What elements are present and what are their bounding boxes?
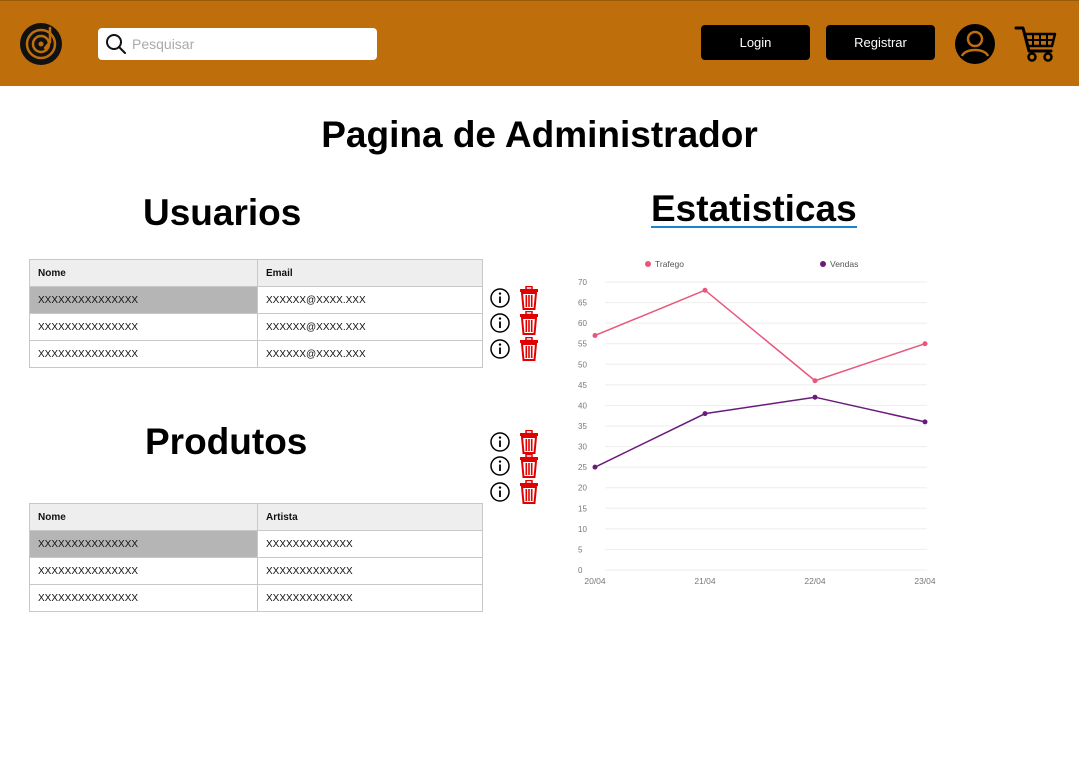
- data-point: [812, 378, 818, 384]
- search-bar: [98, 28, 377, 60]
- page-title: Pagina de Administrador: [321, 114, 758, 155]
- row-actions: [490, 286, 542, 310]
- y-tick-label: 60: [578, 319, 587, 328]
- row-actions: [490, 311, 542, 335]
- x-tick-label: 21/04: [694, 576, 716, 586]
- y-tick-label: 35: [578, 422, 587, 431]
- data-point: [702, 287, 708, 293]
- data-point: [922, 341, 928, 347]
- trash-icon[interactable]: [519, 430, 539, 454]
- row-actions: [490, 480, 542, 504]
- y-tick-label: 15: [578, 504, 587, 513]
- search-icon: [106, 34, 126, 54]
- legend-marker: [820, 261, 826, 267]
- table-row[interactable]: XXXXXXXXXXXXXXX XXXXXX@XXXX.XXX: [29, 340, 483, 368]
- y-tick-label: 30: [578, 443, 587, 452]
- legend-label: Vendas: [830, 259, 858, 269]
- info-icon[interactable]: [490, 288, 510, 308]
- data-point: [812, 394, 818, 400]
- table-row[interactable]: XXXXXXXXXXXXXXX XXXXXXXXXXXXX: [29, 557, 483, 585]
- statistics-line-chart: 0 5 10 15 20 25 30 35 40 45 50 55 60 65 70 20/04 21/04 22…: [578, 259, 936, 586]
- y-tick-label: 25: [578, 463, 587, 472]
- y-tick-label: 10: [578, 525, 587, 534]
- table-row[interactable]: XXXXXXXXXXXXXXX XXXXXX@XXXX.XXX: [29, 286, 483, 314]
- data-point: [592, 332, 598, 338]
- product-name-cell: XXXXXXXXXXXXXXX: [29, 530, 258, 558]
- trash-icon[interactable]: [519, 454, 539, 478]
- users-section-title: Usuarios: [143, 192, 302, 233]
- x-tick-label: 22/04: [804, 576, 826, 586]
- shopping-cart-icon[interactable]: [1014, 24, 1058, 64]
- column-header-name[interactable]: Nome: [29, 503, 258, 531]
- info-icon[interactable]: [490, 432, 510, 452]
- search-input[interactable]: [132, 32, 368, 56]
- data-point: [702, 411, 708, 417]
- trash-icon[interactable]: [519, 480, 539, 504]
- data-point: [592, 464, 598, 470]
- user-avatar-icon[interactable]: [954, 23, 996, 65]
- x-tick-label: 20/04: [584, 576, 606, 586]
- y-tick-label: 5: [578, 545, 583, 554]
- trash-icon[interactable]: [519, 286, 539, 310]
- product-artist-cell: XXXXXXXXXXXXX: [257, 584, 483, 612]
- data-point: [922, 419, 928, 425]
- y-tick-label: 65: [578, 299, 587, 308]
- table-header-row: Nome Email: [29, 259, 483, 287]
- y-tick-label: 45: [578, 381, 587, 390]
- legend-label: Trafego: [655, 259, 684, 269]
- series-line: [594, 289, 926, 382]
- y-tick-label: 55: [578, 340, 587, 349]
- y-tick-label: 0: [578, 566, 583, 575]
- row-actions: [490, 454, 542, 478]
- y-tick-label: 70: [578, 278, 587, 287]
- x-tick-label: 23/04: [914, 576, 936, 586]
- info-icon[interactable]: [490, 456, 510, 476]
- series-line: [594, 396, 926, 468]
- table-row[interactable]: XXXXXXXXXXXXXXX XXXXXXXXXXXXX: [29, 530, 483, 558]
- stats-section-title: Estatisticas: [651, 188, 857, 229]
- trash-icon[interactable]: [519, 337, 539, 361]
- user-name-cell: XXXXXXXXXXXXXXX: [29, 340, 258, 368]
- user-email-cell: XXXXXX@XXXX.XXX: [257, 286, 483, 314]
- register-button[interactable]: Registrar: [826, 25, 935, 60]
- y-tick-label: 50: [578, 360, 587, 369]
- column-header-artist[interactable]: Artista: [257, 503, 483, 531]
- product-artist-cell: XXXXXXXXXXXXX: [257, 530, 483, 558]
- column-header-email[interactable]: Email: [257, 259, 483, 287]
- table-header-row: Nome Artista: [29, 503, 483, 531]
- table-row[interactable]: XXXXXXXXXXXXXXX XXXXXXXXXXXXX: [29, 584, 483, 612]
- user-email-cell: XXXXXX@XXXX.XXX: [257, 340, 483, 368]
- login-button[interactable]: Login: [701, 25, 810, 60]
- product-name-cell: XXXXXXXXXXXXXXX: [29, 557, 258, 585]
- product-artist-cell: XXXXXXXXXXXXX: [257, 557, 483, 585]
- products-table: Nome Artista XXXXXXXXXXXXXXX XXXXXXXXXXX…: [29, 503, 483, 612]
- info-icon[interactable]: [490, 313, 510, 333]
- row-actions: [490, 430, 542, 454]
- y-tick-label: 20: [578, 484, 587, 493]
- legend-marker: [645, 261, 651, 267]
- table-row[interactable]: XXXXXXXXXXXXXXX XXXXXX@XXXX.XXX: [29, 313, 483, 341]
- product-name-cell: XXXXXXXXXXXXXXX: [29, 584, 258, 612]
- users-table: Nome Email XXXXXXXXXXXXXXX XXXXXX@XXXX.X…: [29, 259, 483, 368]
- user-email-cell: XXXXXX@XXXX.XXX: [257, 313, 483, 341]
- top-navbar: Login Registrar: [0, 0, 1079, 86]
- trash-icon[interactable]: [519, 311, 539, 335]
- info-icon[interactable]: [490, 339, 510, 359]
- user-name-cell: XXXXXXXXXXXXXXX: [29, 313, 258, 341]
- user-name-cell: XXXXXXXXXXXXXXX: [29, 286, 258, 314]
- vinyl-record-logo-icon[interactable]: [19, 22, 63, 66]
- info-icon[interactable]: [490, 482, 510, 502]
- row-actions: [490, 337, 542, 361]
- column-header-name[interactable]: Nome: [29, 259, 258, 287]
- products-section-title: Produtos: [145, 421, 308, 462]
- y-tick-label: 40: [578, 401, 587, 410]
